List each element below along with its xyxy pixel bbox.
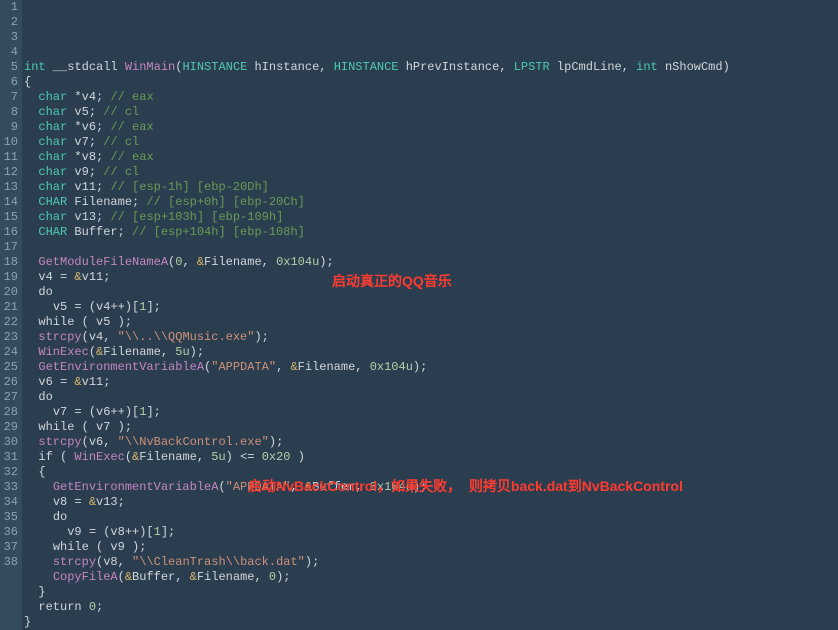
code-line: while ( v7 ); <box>24 420 838 435</box>
code-line: CHAR Buffer; // [esp+104h] [ebp-108h] <box>24 225 838 240</box>
line-number: 34 <box>2 495 18 510</box>
line-number: 3 <box>2 30 18 45</box>
code-line: WinExec(&Filename, 5u); <box>24 345 838 360</box>
code-line: v4 = &v11; <box>24 270 838 285</box>
code-line: char v7; // cl <box>24 135 838 150</box>
code-editor: 1234567891011121314151617181920212223242… <box>0 0 838 630</box>
line-number: 38 <box>2 555 18 570</box>
line-number: 9 <box>2 120 18 135</box>
line-number: 17 <box>2 240 18 255</box>
line-gutter: 1234567891011121314151617181920212223242… <box>0 0 22 630</box>
line-number: 1 <box>2 0 18 15</box>
line-number: 2 <box>2 15 18 30</box>
line-number: 8 <box>2 105 18 120</box>
code-line: char v9; // cl <box>24 165 838 180</box>
code-line: { <box>24 465 838 480</box>
line-number: 30 <box>2 435 18 450</box>
line-number: 6 <box>2 75 18 90</box>
line-number: 32 <box>2 465 18 480</box>
line-number: 37 <box>2 540 18 555</box>
code-content[interactable]: 启动真正的QQ音乐 启动NvBackControl，如果失败， 则拷贝back.… <box>22 0 838 630</box>
code-line: while ( v5 ); <box>24 315 838 330</box>
line-number: 11 <box>2 150 18 165</box>
line-number: 26 <box>2 375 18 390</box>
code-line: } <box>24 615 838 630</box>
code-line: char v11; // [esp-1h] [ebp-20Dh] <box>24 180 838 195</box>
line-number: 15 <box>2 210 18 225</box>
line-number: 19 <box>2 270 18 285</box>
code-line <box>24 240 838 255</box>
line-number: 5 <box>2 60 18 75</box>
line-number: 21 <box>2 300 18 315</box>
line-number: 23 <box>2 330 18 345</box>
code-line: strcpy(v6, "\\NvBackControl.exe"); <box>24 435 838 450</box>
line-number: 27 <box>2 390 18 405</box>
code-line: char v13; // [esp+103h] [ebp-109h] <box>24 210 838 225</box>
line-number: 33 <box>2 480 18 495</box>
code-line: v6 = &v11; <box>24 375 838 390</box>
code-line: CHAR Filename; // [esp+0h] [ebp-20Ch] <box>24 195 838 210</box>
code-line: GetEnvironmentVariableA("APPDATA", &Buff… <box>24 480 838 495</box>
line-number: 29 <box>2 420 18 435</box>
code-line: return 0; <box>24 600 838 615</box>
line-number: 7 <box>2 90 18 105</box>
code-line: } <box>24 585 838 600</box>
code-line: strcpy(v8, "\\CleanTrash\\back.dat"); <box>24 555 838 570</box>
code-line: while ( v9 ); <box>24 540 838 555</box>
code-line: do <box>24 510 838 525</box>
line-number: 28 <box>2 405 18 420</box>
code-line: int __stdcall WinMain(HINSTANCE hInstanc… <box>24 60 838 75</box>
line-number: 31 <box>2 450 18 465</box>
line-number: 13 <box>2 180 18 195</box>
code-line: char *v6; // eax <box>24 120 838 135</box>
code-line: CopyFileA(&Buffer, &Filename, 0); <box>24 570 838 585</box>
line-number: 20 <box>2 285 18 300</box>
code-line: v5 = (v4++)[1]; <box>24 300 838 315</box>
line-number: 36 <box>2 525 18 540</box>
code-line: { <box>24 75 838 90</box>
code-line: char *v8; // eax <box>24 150 838 165</box>
code-line: char v5; // cl <box>24 105 838 120</box>
code-line: strcpy(v4, "\\..\\QQMusic.exe"); <box>24 330 838 345</box>
code-line: v7 = (v6++)[1]; <box>24 405 838 420</box>
line-number: 35 <box>2 510 18 525</box>
code-line: GetEnvironmentVariableA("APPDATA", &File… <box>24 360 838 375</box>
line-number: 25 <box>2 360 18 375</box>
code-line: v9 = (v8++)[1]; <box>24 525 838 540</box>
code-line: do <box>24 390 838 405</box>
line-number: 14 <box>2 195 18 210</box>
code-line: if ( WinExec(&Filename, 5u) <= 0x20 ) <box>24 450 838 465</box>
code-line: char *v4; // eax <box>24 90 838 105</box>
line-number: 16 <box>2 225 18 240</box>
line-number: 10 <box>2 135 18 150</box>
line-number: 22 <box>2 315 18 330</box>
code-line: do <box>24 285 838 300</box>
line-number: 18 <box>2 255 18 270</box>
code-line: v8 = &v13; <box>24 495 838 510</box>
line-number: 24 <box>2 345 18 360</box>
line-number: 12 <box>2 165 18 180</box>
code-line: GetModuleFileNameA(0, &Filename, 0x104u)… <box>24 255 838 270</box>
line-number: 4 <box>2 45 18 60</box>
